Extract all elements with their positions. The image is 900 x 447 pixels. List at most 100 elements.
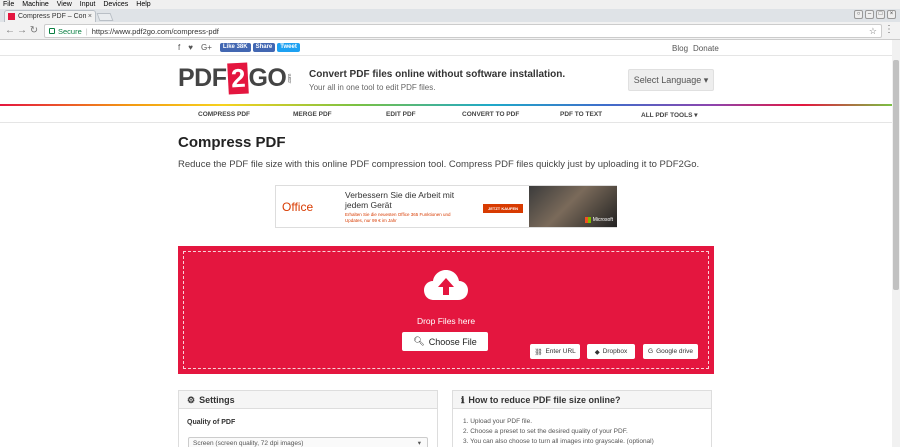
social-topbar: f ♥ G+ Like 38K Share Tweet Blog Donate — [0, 40, 892, 56]
close-window-icon[interactable]: × — [887, 10, 896, 19]
os-menu-input[interactable]: Input — [80, 0, 96, 9]
logo-com: .com — [287, 73, 294, 84]
minimize-icon[interactable]: – — [865, 10, 874, 19]
os-menu-file[interactable]: File — [3, 0, 14, 9]
tweet-button[interactable]: Tweet — [277, 43, 300, 52]
top-links: Blog Donate — [672, 44, 719, 53]
browser-toolbar: ← → ↻ Secure | https://www.pdf2go.com/co… — [0, 22, 900, 40]
main-content: Compress PDF Reduce the PDF file size wi… — [178, 134, 714, 170]
info-icon: ℹ — [461, 394, 465, 405]
ad-headline: Verbessern Sie die Arbeit mit jedem Gerä… — [345, 190, 455, 210]
tab-title: Compress PDF – Compre — [18, 13, 86, 20]
facebook-icon[interactable]: f — [178, 43, 180, 52]
cloud-upload-icon — [424, 270, 468, 300]
howto-panel: ℹ How to reduce PDF file size online? 1.… — [452, 390, 712, 447]
file-dropzone[interactable]: Drop Files here 🔍︎ Choose File ⛓ Enter U… — [178, 246, 714, 374]
page-title: Compress PDF — [178, 134, 286, 151]
scroll-thumb[interactable] — [893, 60, 899, 290]
browser-tabstrip: Compress PDF – Compre × ○ – □ × — [0, 9, 900, 22]
os-menu-help[interactable]: Help — [136, 0, 150, 9]
office-ad-banner[interactable]: Office Verbessern Sie die Arbeit mit jed… — [275, 185, 617, 228]
web-page: f ♥ G+ Like 38K Share Tweet Blog Donate … — [0, 40, 892, 447]
blog-link[interactable]: Blog — [672, 44, 688, 53]
tagline-block: Convert PDF files online without softwar… — [309, 69, 565, 92]
howto-step: 3. You can also choose to turn all image… — [463, 438, 654, 445]
dropbox-icon: ◆ — [594, 348, 600, 356]
page-scrollbar[interactable] — [892, 40, 900, 447]
howto-steps: 1. Upload your PDF file. 2. Choose a pre… — [463, 417, 711, 447]
dropbox-button[interactable]: ◆ Dropbox — [587, 344, 635, 359]
nav-merge-pdf[interactable]: MERGE PDF — [293, 111, 332, 118]
microsoft-icon — [584, 217, 591, 223]
bookmark-star-icon[interactable]: ☆ — [869, 26, 877, 37]
dropbox-label: Dropbox — [602, 348, 628, 355]
secure-label: Secure — [58, 26, 82, 36]
ad-photo: Microsoft — [529, 186, 617, 227]
browser-menu-icon[interactable]: ⋮ — [884, 25, 894, 35]
microsoft-label: Microsoft — [592, 217, 613, 223]
logo-go: GO — [248, 64, 287, 92]
nav-edit-pdf[interactable]: EDIT PDF — [386, 111, 416, 118]
os-menu-view[interactable]: View — [57, 0, 72, 9]
howto-title: How to reduce PDF file size online? — [468, 394, 621, 405]
subtagline: Your all in one tool to edit PDF files. — [309, 83, 436, 92]
pdf2go-logo[interactable]: PDF 2 GO .com — [178, 62, 294, 95]
link-icon: ⛓ — [534, 348, 543, 356]
main-navbar: COMPRESS PDF MERGE PDF EDIT PDF CONVERT … — [0, 106, 892, 123]
nav-pdf-to-text[interactable]: PDF TO TEXT — [560, 111, 602, 118]
gears-icon: ⚙ — [187, 394, 196, 405]
tagline: Convert PDF files online without softwar… — [309, 69, 566, 80]
howto-step: 1. Upload your PDF file. — [463, 418, 533, 425]
google-drive-label: Google drive — [656, 348, 693, 355]
back-icon[interactable]: ← — [4, 25, 16, 36]
os-menu-devices[interactable]: Devices — [103, 0, 128, 9]
howto-header: ℹ How to reduce PDF file size online? — [453, 391, 711, 409]
ad-brand: Office — [282, 200, 314, 214]
reload-icon[interactable]: ↻ — [28, 25, 40, 36]
site-header: PDF 2 GO .com Convert PDF files online w… — [0, 56, 892, 104]
nav-convert-to-pdf[interactable]: CONVERT TO PDF — [462, 111, 519, 118]
forward-icon[interactable]: → — [16, 25, 28, 36]
fb-share-button[interactable]: Share — [252, 43, 276, 52]
chevron-down-icon: ▾ — [417, 440, 421, 447]
google-plus-icon[interactable]: G+ — [201, 43, 212, 52]
social-buttons: Like 38K Share Tweet — [219, 43, 300, 52]
enter-url-button[interactable]: ⛓ Enter URL — [530, 344, 580, 359]
microsoft-logo: Microsoft — [584, 217, 613, 223]
logo-pdf: PDF — [178, 64, 227, 92]
select-language-button[interactable]: Select Language ▾ — [628, 69, 714, 91]
drop-files-text: Drop Files here — [416, 316, 476, 326]
social-links: f ♥ G+ Like 38K Share Tweet — [178, 43, 300, 52]
lock-icon — [49, 28, 55, 34]
os-menu-machine[interactable]: Machine — [22, 0, 48, 9]
google-drive-button[interactable]: G Google drive — [643, 344, 698, 359]
page-description: Reduce the PDF file size with this onlin… — [178, 159, 700, 170]
url-text: https://www.pdf2go.com/compress-pdf — [91, 26, 219, 36]
logo-2: 2 — [226, 62, 249, 95]
fb-like-button[interactable]: Like 38K — [219, 43, 251, 52]
google-icon: G — [648, 348, 654, 355]
settings-title: Settings — [199, 394, 235, 405]
maximize-icon[interactable]: □ — [876, 10, 885, 19]
quality-value: Screen (screen quality, 72 dpi images) — [193, 440, 304, 447]
new-tab-button[interactable] — [96, 13, 114, 21]
tab-close-icon[interactable]: × — [88, 13, 92, 20]
os-menu-bar: File Machine View Input Devices Help — [0, 0, 900, 9]
browser-tab[interactable]: Compress PDF – Compre × — [4, 10, 96, 22]
twitter-icon[interactable]: ♥ — [188, 43, 193, 52]
quality-select[interactable]: Screen (screen quality, 72 dpi images) ▾ — [188, 437, 428, 447]
profile-icon[interactable]: ○ — [854, 10, 863, 19]
howto-step: 2. Choose a preset to set the desired qu… — [463, 428, 628, 435]
nav-all-pdf-tools[interactable]: ALL PDF TOOLS ▾ — [641, 111, 697, 119]
choose-file-button[interactable]: 🔍︎ Choose File — [402, 332, 488, 351]
address-bar[interactable]: Secure | https://www.pdf2go.com/compress… — [44, 24, 882, 38]
ad-small-text: Erhalten Sie die neuesten Office 365 Fun… — [345, 212, 451, 223]
pdf2go-favicon-icon — [8, 13, 15, 20]
search-icon: 🔍︎ — [413, 336, 425, 346]
donate-link[interactable]: Donate — [693, 44, 719, 53]
window-controls: ○ – □ × — [854, 10, 896, 19]
ad-cta-button[interactable]: JETZT KAUFEN — [483, 204, 523, 213]
settings-header: ⚙ Settings — [179, 391, 437, 409]
nav-compress-pdf[interactable]: COMPRESS PDF — [198, 111, 250, 118]
settings-panel: ⚙ Settings Quality of PDF Screen (screen… — [178, 390, 438, 447]
